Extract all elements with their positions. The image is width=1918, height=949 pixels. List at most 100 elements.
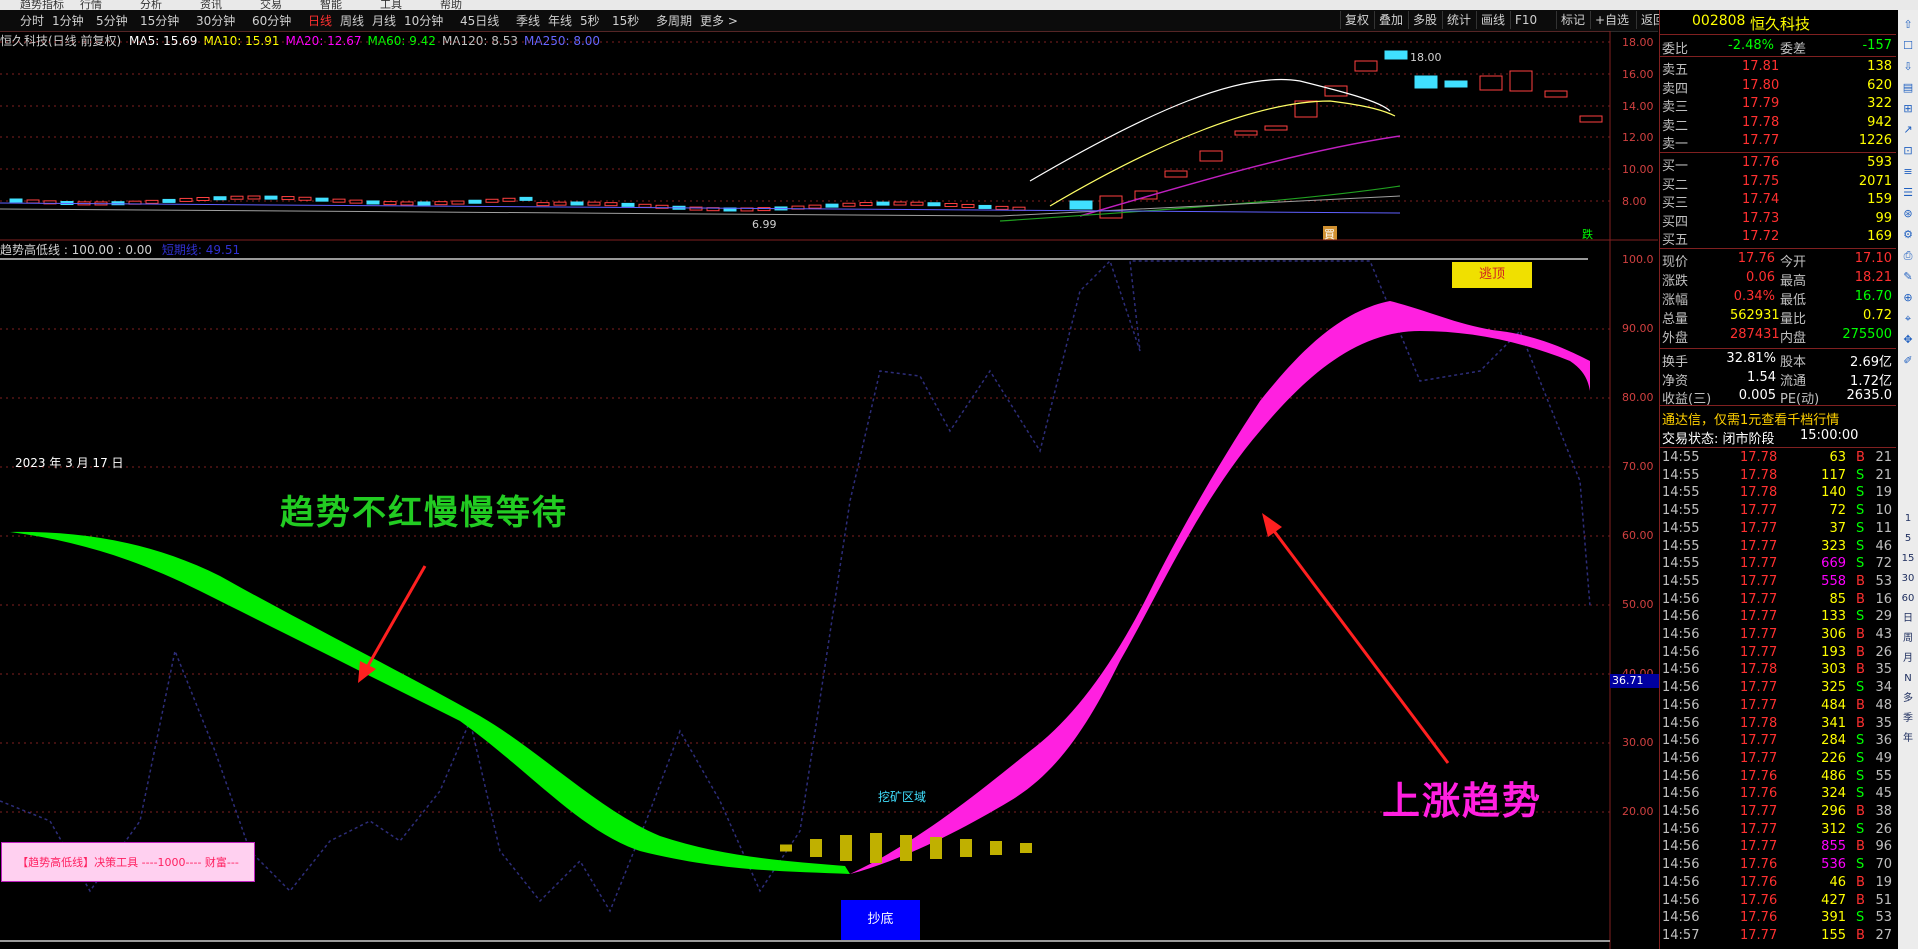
- tick-price: 17.77: [1740, 556, 1778, 572]
- sidebar-tool-icon[interactable]: ☰: [1900, 184, 1916, 202]
- period-tab-10[interactable]: 45日线: [460, 12, 499, 29]
- candle: [264, 195, 278, 200]
- trend-band-green: [10, 531, 850, 874]
- sidebar-tool-icon[interactable]: ⊞: [1900, 100, 1916, 118]
- mining-bar: [960, 839, 972, 857]
- title-menu-3[interactable]: 资讯: [200, 0, 222, 10]
- candle: [502, 197, 516, 202]
- stock-code: 002808: [1692, 13, 1746, 29]
- period-tab-12[interactable]: 年线: [548, 12, 572, 29]
- tick-row: 14:56 17.77 284 S 36: [1660, 733, 1896, 750]
- sidebar-period-6[interactable]: 周: [1900, 630, 1916, 648]
- period-tab-9[interactable]: 10分钟: [404, 12, 443, 29]
- sidebar-period-11[interactable]: 年: [1900, 730, 1916, 748]
- candle: [179, 197, 193, 202]
- candle: [978, 204, 992, 209]
- sidebar-tool-icon[interactable]: ⚙: [1900, 226, 1916, 244]
- sidebar-tool-icon[interactable]: ⊡: [1900, 142, 1916, 160]
- toolbar-button-7[interactable]: +自选: [1590, 11, 1633, 29]
- bid-row-3: 买四 17.73 99: [1660, 211, 1896, 230]
- candle: [230, 195, 244, 200]
- sidebar-period-0[interactable]: 1: [1900, 510, 1916, 528]
- toolbar-button-0[interactable]: 复权: [1340, 11, 1373, 29]
- current-value-tag: 36.71: [1610, 674, 1660, 688]
- sidebar-tool-icon[interactable]: ▤: [1900, 79, 1916, 97]
- tick-side: B: [1856, 927, 1865, 943]
- sidebar-period-2[interactable]: 15: [1900, 550, 1916, 568]
- sidebar-tool-icon[interactable]: ☐: [1900, 37, 1916, 55]
- candle: [1324, 85, 1348, 97]
- period-tab-14[interactable]: 15秒: [612, 12, 639, 29]
- right-sidebar: ⇧ ☐ ⇩ ▤ ⊞ ↗ ⊡ ≡ ☰ ⊛ ⚙ ⎙ ✎ ⊕ ⌖ ✥ ✐ 1 5 15 30 60 日周月 N 多季年: [1898, 10, 1918, 949]
- toolbar-button-4[interactable]: 画线: [1476, 11, 1509, 29]
- sidebar-tool-icon[interactable]: ⊛: [1900, 205, 1916, 223]
- title-menu-0[interactable]: 趋势指标: [20, 0, 64, 10]
- trade-status-time: 15:00:00: [1800, 428, 1859, 443]
- period-tab-7[interactable]: 周线: [340, 12, 364, 29]
- sidebar-tool-icon[interactable]: ⇧: [1900, 16, 1916, 34]
- tick-side: S: [1856, 857, 1865, 873]
- sidebar-tool-icon[interactable]: ⌖: [1900, 310, 1916, 328]
- candle: [1384, 50, 1408, 60]
- period-tab-3[interactable]: 15分钟: [140, 12, 179, 29]
- period-tab-11[interactable]: 季线: [516, 12, 540, 29]
- sidebar-tool-icon[interactable]: ⎙: [1900, 247, 1916, 265]
- title-menu-6[interactable]: 工具: [380, 0, 402, 10]
- candle: [468, 199, 482, 204]
- bottom-fish-tag: 抄底: [841, 900, 920, 940]
- period-tab-6[interactable]: 日线: [308, 12, 332, 29]
- tick-side: B: [1856, 573, 1865, 589]
- period-tab-13[interactable]: 5秒: [580, 12, 600, 29]
- sidebar-period-9[interactable]: 多: [1900, 690, 1916, 708]
- period-tab-0[interactable]: 分时: [20, 12, 44, 29]
- toolbar-button-1[interactable]: 叠加: [1374, 11, 1407, 29]
- sidebar-period-1[interactable]: 5: [1900, 530, 1916, 548]
- period-tab-2[interactable]: 5分钟: [96, 12, 128, 29]
- tick-side: B: [1856, 839, 1865, 855]
- sidebar-period-7[interactable]: 月: [1900, 650, 1916, 668]
- stat-label: 涨跌: [1662, 274, 1689, 289]
- period-tab-5[interactable]: 60分钟: [252, 12, 291, 29]
- title-menu-4[interactable]: 交易: [260, 0, 282, 10]
- toolbar-button-3[interactable]: 统计: [1442, 11, 1475, 29]
- tick-time: 14:55: [1662, 573, 1700, 589]
- sidebar-tool-icon[interactable]: ✐: [1900, 352, 1916, 370]
- sidebar-tool-icon[interactable]: ✥: [1900, 331, 1916, 349]
- sidebar-tool-icon[interactable]: ≡: [1900, 163, 1916, 181]
- sidebar-tool-icon[interactable]: ⇩: [1900, 58, 1916, 76]
- toolbar-button-2[interactable]: 多股: [1408, 11, 1441, 29]
- bid-label: 买二: [1662, 177, 1689, 193]
- title-menu-2[interactable]: 分析: [140, 0, 162, 10]
- candle: [281, 196, 295, 201]
- period-tab-15[interactable]: 多周期: [656, 12, 692, 29]
- sidebar-period-3[interactable]: 30: [1900, 570, 1916, 588]
- period-tab-4[interactable]: 30分钟: [196, 12, 235, 29]
- toolbar-button-6[interactable]: 标记: [1556, 11, 1589, 29]
- sidebar-period-8[interactable]: N: [1900, 670, 1916, 688]
- period-tab-8[interactable]: 月线: [372, 12, 396, 29]
- sidebar-tool-icon[interactable]: ✎: [1900, 268, 1916, 286]
- tick-row: 14:56 17.76 486 S 55: [1660, 769, 1896, 786]
- tick-time: 14:55: [1662, 485, 1700, 501]
- stat-label: 内盘: [1780, 331, 1807, 346]
- period-tab-16[interactable]: 更多 >: [700, 12, 738, 29]
- sidebar-period-5[interactable]: 日: [1900, 610, 1916, 628]
- promo-text[interactable]: 通达信，仅需1元查看千档行情: [1662, 409, 1839, 428]
- title-menu-5[interactable]: 智能: [320, 0, 342, 10]
- indicator-axis-label: 100.0: [1622, 253, 1654, 266]
- sidebar-period-4[interactable]: 60: [1900, 590, 1916, 608]
- period-tab-1[interactable]: 1分钟: [52, 12, 84, 29]
- tick-volume: 324: [1821, 786, 1846, 802]
- toolbar-button-5[interactable]: F10: [1510, 11, 1541, 29]
- candle: [1444, 80, 1468, 88]
- tick-count: 48: [1875, 697, 1892, 713]
- tick-price: 17.76: [1740, 874, 1778, 890]
- title-menu-1[interactable]: 行情: [80, 0, 102, 10]
- title-menu-7[interactable]: 帮助: [440, 0, 462, 10]
- sidebar-tool-icon[interactable]: ↗: [1900, 121, 1916, 139]
- sidebar-period-10[interactable]: 季: [1900, 710, 1916, 728]
- sidebar-tool-icon[interactable]: ⊕: [1900, 289, 1916, 307]
- tick-volume: 391: [1821, 910, 1846, 926]
- tick-side: B: [1856, 591, 1865, 607]
- tick-count: 16: [1875, 591, 1892, 607]
